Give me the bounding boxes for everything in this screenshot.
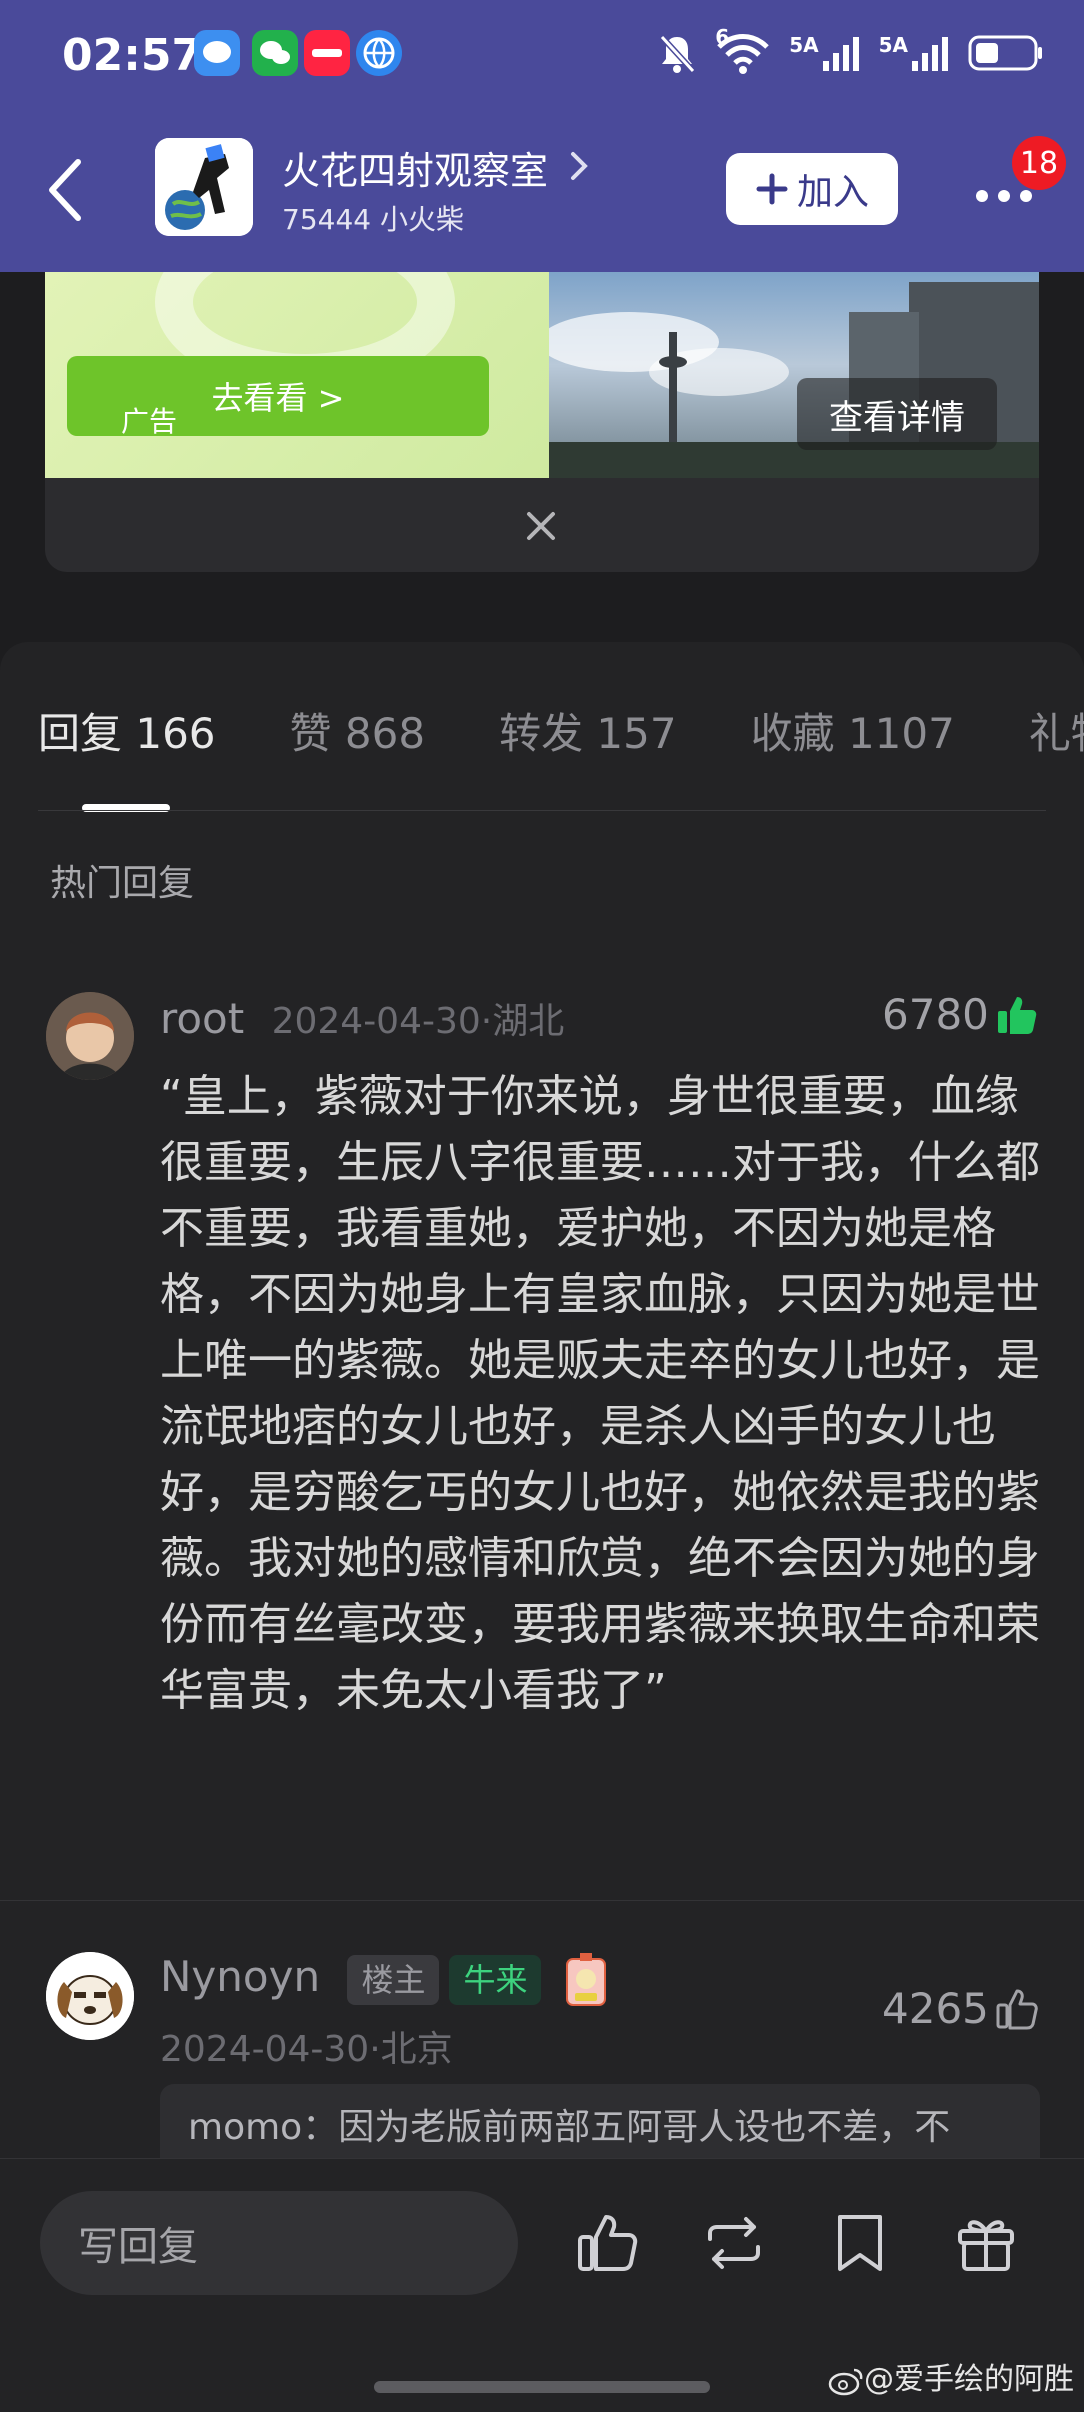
tab-reposts[interactable]: 转发 157 bbox=[499, 700, 677, 760]
signal-2-label: 5A bbox=[878, 33, 908, 57]
gift-icon[interactable] bbox=[952, 2209, 1020, 2277]
ad-card[interactable]: 去看看 > 广告 查看详情 bbox=[45, 272, 1039, 572]
author-name[interactable]: Nynoyn bbox=[160, 1952, 320, 2001]
author-name[interactable]: root bbox=[160, 994, 244, 1043]
xiaohongshu-icon bbox=[304, 30, 350, 76]
comment-divider bbox=[0, 1900, 1084, 1901]
signal-2: 5A bbox=[879, 33, 950, 73]
tab-likes[interactable]: 赞 868 bbox=[290, 700, 426, 760]
home-indicator[interactable] bbox=[374, 2381, 710, 2393]
message-app-icon bbox=[194, 30, 240, 76]
tab-replies[interactable]: 回复 166 bbox=[38, 700, 216, 760]
tab-favorites[interactable]: 收藏 1107 bbox=[751, 700, 955, 760]
group-name[interactable]: 火花四射观察室 bbox=[282, 140, 548, 195]
sub-reply-text: momo：因为老版前两部五阿哥人设也不差，不 bbox=[188, 2107, 951, 2148]
status-time: 02:57 bbox=[62, 30, 203, 81]
comment-tabs: 回复 166 赞 868 转发 157 收藏 1107 礼物 bbox=[38, 700, 1084, 760]
reply-input[interactable]: 写回复 bbox=[40, 2191, 518, 2295]
ad-label: 广告 bbox=[121, 405, 178, 438]
ad-detail-button[interactable]: 查看详情 bbox=[797, 378, 997, 450]
chevron-right-icon[interactable] bbox=[568, 146, 592, 186]
like-count: 4265 bbox=[882, 1984, 989, 2033]
notification-badge: 18 bbox=[1012, 136, 1066, 190]
close-icon[interactable] bbox=[521, 506, 561, 546]
thumbs-up-filled-icon bbox=[997, 996, 1037, 1034]
like-count: 6780 bbox=[882, 990, 989, 1039]
back-arrow-icon[interactable] bbox=[38, 150, 94, 230]
medal-icon bbox=[565, 1952, 607, 2007]
thumbs-up-icon bbox=[996, 1989, 1038, 2029]
comment-like-button[interactable]: 6780 bbox=[882, 990, 1039, 1039]
avatar[interactable] bbox=[46, 992, 134, 1080]
signal-1: 5A bbox=[789, 33, 860, 73]
wifi-indicator: 6 bbox=[715, 25, 771, 75]
join-button[interactable]: 加入 bbox=[726, 153, 898, 225]
watermark-text: @爱手绘的阿胜 bbox=[864, 2362, 1074, 2397]
join-label: 加入 bbox=[796, 172, 869, 213]
mute-bell-icon bbox=[659, 34, 696, 74]
owner-tag: 楼主 bbox=[347, 1954, 440, 2005]
battery-icon bbox=[968, 35, 1042, 71]
weibo-watermark: @爱手绘的阿胜 bbox=[828, 2354, 1074, 2398]
tab-gifts[interactable]: 礼物 bbox=[1029, 700, 1084, 760]
like-icon[interactable] bbox=[574, 2209, 642, 2277]
fan-tag: 牛来 bbox=[449, 1954, 542, 2005]
signal-1-label: 5A bbox=[789, 33, 819, 57]
comment-body: “皇上，紫薇对于你来说，身世很重要，血缘很重要，生辰八字很重要……对于我，什么都… bbox=[160, 1071, 1040, 1716]
hot-replies-title: 热门回复 bbox=[50, 863, 195, 904]
wechat-icon bbox=[252, 30, 298, 76]
comment-author[interactable]: root 2024-04-30·湖北 bbox=[160, 992, 564, 1044]
comment-author[interactable]: Nynoyn 楼主 牛来 bbox=[160, 1952, 607, 2007]
plus-icon bbox=[756, 173, 788, 205]
wifi-label: 6 bbox=[715, 25, 730, 49]
top-bar: 02:57 6 5A 5A 火花四射观察室 75444 小火柴 加入 18 bbox=[0, 0, 1084, 272]
browser-icon bbox=[356, 30, 402, 76]
group-member-count: 75444 小火柴 bbox=[282, 203, 464, 236]
comment-meta: 2024-04-30·北京 bbox=[160, 2029, 453, 2070]
ad-banner-image[interactable]: 查看详情 bbox=[549, 272, 1039, 478]
comment-like-button[interactable]: 4265 bbox=[882, 1984, 1039, 2033]
app-screen: 02:57 6 5A 5A 火花四射观察室 75444 小火柴 加入 18 去看… bbox=[0, 0, 1084, 2412]
avatar[interactable] bbox=[46, 1952, 134, 2040]
repost-icon[interactable] bbox=[700, 2209, 768, 2277]
weibo-logo-icon bbox=[828, 2366, 864, 2396]
ad-banner-left[interactable]: 去看看 > 广告 bbox=[45, 272, 549, 478]
comment-meta: 2024-04-30·湖北 bbox=[271, 1001, 565, 1042]
tabs-divider bbox=[38, 810, 1046, 811]
group-avatar[interactable] bbox=[155, 138, 253, 236]
sub-reply-box[interactable]: momo：因为老版前两部五阿哥人设也不差，不 bbox=[160, 2084, 1040, 2168]
bookmark-icon[interactable] bbox=[826, 2209, 894, 2277]
status-indicators: 6 5A 5A bbox=[657, 25, 1044, 78]
